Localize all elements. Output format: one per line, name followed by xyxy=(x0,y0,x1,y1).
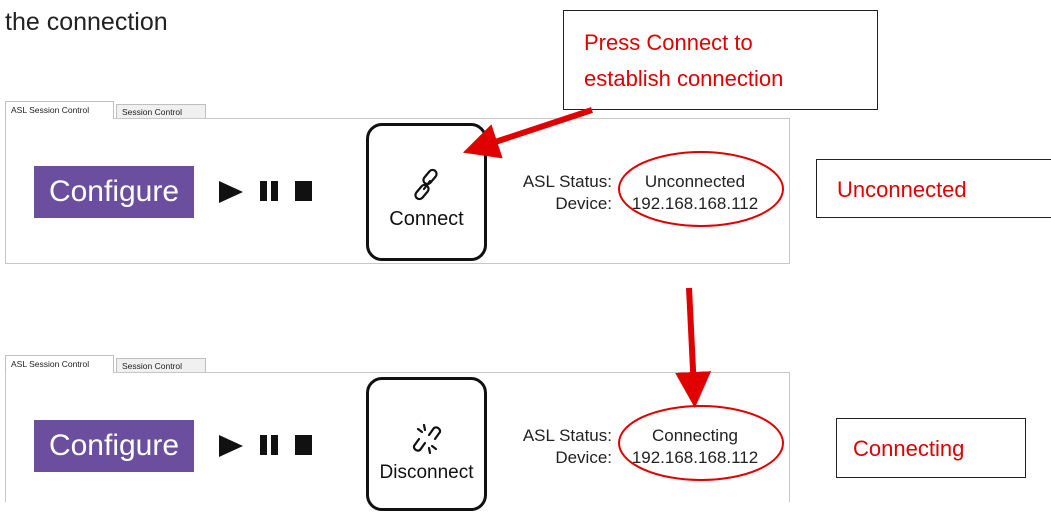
configure-button[interactable]: Configure xyxy=(34,166,194,218)
highlight-ellipse xyxy=(618,151,784,227)
link-icon xyxy=(413,168,438,201)
play-icon[interactable] xyxy=(219,181,243,203)
pause-icon[interactable] xyxy=(260,435,280,455)
callout-unconnected: Unconnected xyxy=(816,159,1051,218)
tab-session-control[interactable]: Session Control xyxy=(116,358,206,373)
session-panel-unconnected: ASL Session Control Session Control Conf… xyxy=(5,101,790,264)
status-labels: ASL Status: Device: xyxy=(502,425,612,469)
callout-press-connect: Press Connect to establish connection xyxy=(563,10,878,110)
device-label: Device: xyxy=(555,194,612,213)
session-panel-connecting: ASL Session Control Session Control Conf… xyxy=(5,355,790,511)
play-icon[interactable] xyxy=(219,435,243,457)
asl-status-label: ASL Status: xyxy=(522,172,612,191)
session-control-panel: Configure Connect ASL Status: Device: Un… xyxy=(5,118,790,264)
disconnect-button-label: Disconnect xyxy=(379,462,474,483)
connect-button[interactable]: Connect xyxy=(366,123,487,261)
highlight-ellipse xyxy=(618,405,784,481)
stop-icon[interactable] xyxy=(295,435,312,455)
page-heading: the connection xyxy=(5,8,168,36)
session-control-panel: Configure Disconnect ASL Status: Device: xyxy=(5,372,790,511)
callout-connecting: Connecting xyxy=(836,418,1026,478)
tab-asl-session-control[interactable]: ASL Session Control xyxy=(5,355,114,373)
broken-link-icon xyxy=(412,423,441,455)
connect-button-label: Connect xyxy=(389,208,464,230)
device-label: Device: xyxy=(555,448,612,467)
asl-status-label: ASL Status: xyxy=(522,426,612,445)
tab-bar: ASL Session Control Session Control xyxy=(5,355,790,373)
tab-asl-session-control[interactable]: ASL Session Control xyxy=(5,101,114,119)
tab-session-control[interactable]: Session Control xyxy=(116,104,206,119)
status-labels: ASL Status: Device: xyxy=(502,171,612,215)
configure-button[interactable]: Configure xyxy=(34,420,194,472)
callout-press-line2: establish connection xyxy=(584,66,784,91)
stop-icon[interactable] xyxy=(295,181,312,201)
disconnect-button[interactable]: Disconnect xyxy=(366,377,487,511)
pause-icon[interactable] xyxy=(260,181,280,201)
callout-press-line1: Press Connect to xyxy=(584,30,753,55)
